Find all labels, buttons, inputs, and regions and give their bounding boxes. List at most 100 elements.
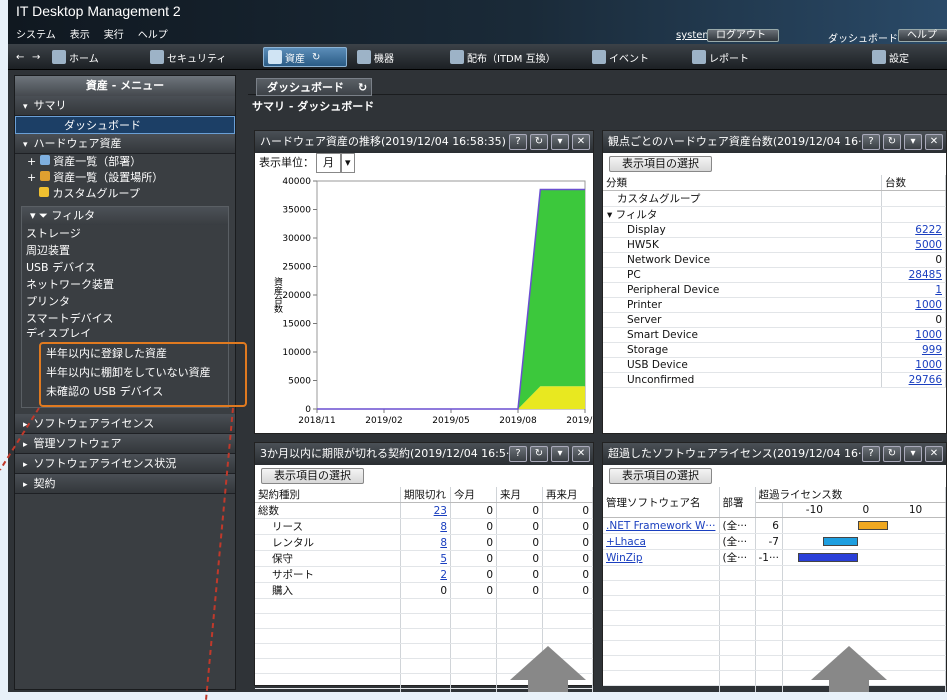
empty-row (603, 670, 947, 686)
filter-item-peripheral[interactable]: 周辺装置 (22, 242, 228, 259)
contract-count[interactable]: 23 (400, 502, 451, 519)
category-count[interactable]: 1000 (881, 327, 946, 343)
software-name[interactable]: +Lhaca (603, 533, 720, 550)
category-count[interactable]: 1000 (881, 297, 946, 313)
close-icon[interactable]: ✕ (925, 134, 943, 150)
close-icon[interactable]: ✕ (572, 446, 590, 462)
category-count[interactable]: 1000 (881, 357, 946, 373)
col-over: 超過ライセンス数 (755, 487, 946, 503)
contract-count: 0 (496, 566, 543, 583)
contract-count[interactable]: 8 (400, 534, 451, 551)
category-count[interactable]: 28485 (881, 267, 946, 283)
header-dashboard-label[interactable]: ダッシュボード (828, 30, 898, 45)
toolbar-settings[interactable]: 設定 (868, 47, 913, 67)
sidebar-item-dashboard[interactable]: ダッシュボード (15, 116, 235, 134)
menu-view[interactable]: 表示 (70, 26, 90, 41)
chevron-down-icon[interactable]: ▾ (551, 446, 569, 462)
contract-count: 0 (450, 534, 497, 551)
logout-button[interactable]: ログアウト (707, 29, 779, 42)
category-name: Printer (603, 297, 882, 313)
toolbar-reports[interactable]: レポート (688, 47, 753, 67)
forward-icon[interactable]: → (28, 47, 44, 67)
close-icon[interactable]: ✕ (925, 446, 943, 462)
filter-item-display[interactable]: ディスプレイ (22, 327, 228, 337)
category-count[interactable]: 5000 (881, 237, 946, 253)
y-tick-label: 25000 (282, 263, 311, 273)
refresh-icon[interactable]: ↻ (883, 446, 901, 462)
contract-count[interactable]: 8 (400, 518, 451, 535)
over-bar-cell (782, 549, 947, 566)
refresh-icon[interactable]: ↻ (358, 81, 367, 94)
contract-count[interactable]: 2 (400, 566, 451, 583)
select-items-button[interactable]: 表示項目の選択 (609, 468, 712, 484)
category-count[interactable]: 1 (881, 282, 946, 298)
toolbar-settings-label: 設定 (889, 53, 909, 65)
empty-row (603, 610, 947, 626)
unit-select[interactable]: 月 (316, 153, 341, 173)
category-count[interactable]: 6222 (881, 222, 946, 238)
refresh-icon[interactable]: ↻ (530, 134, 548, 150)
sidebar-item-assets-location[interactable]: + 資産一覧（設置場所） (15, 170, 235, 186)
filter-header[interactable]: ▾ ⏷ フィルタ (22, 207, 228, 225)
refresh-icon[interactable]: ↻ (883, 134, 901, 150)
toolbar-assets[interactable]: 資産 ↻ (263, 47, 347, 67)
contract-type: 総数 (255, 502, 401, 519)
toolbar-events[interactable]: イベント (588, 47, 653, 67)
category-name: Display (603, 222, 882, 238)
filter-item-network[interactable]: ネットワーク装置 (22, 276, 228, 293)
assets-location-label: 資産一覧（設置場所） (53, 171, 164, 184)
filter-item-usb[interactable]: USB デバイス (22, 259, 228, 276)
col-expired: 期限切れ (400, 487, 451, 503)
filter-item-registered-6m[interactable]: 半年以内に登録した資産 (41, 344, 245, 363)
back-icon[interactable]: ← (12, 47, 28, 67)
filter-item-printer[interactable]: プリンタ (22, 293, 228, 310)
chevron-down-icon[interactable]: ▾ (904, 446, 922, 462)
toolbar-distribution[interactable]: 配布（ITDM 互換） (446, 47, 560, 67)
sidebar-item-custom-group[interactable]: カスタムグループ (15, 186, 235, 202)
tab-dashboard[interactable]: ダッシュボード ↻ (256, 78, 372, 96)
refresh-icon[interactable]: ↻ (530, 446, 548, 462)
contract-count: 0 (450, 550, 497, 567)
category-count[interactable]: 999 (881, 342, 946, 358)
help-icon[interactable]: ? (862, 446, 880, 462)
contract-type: レンタル (255, 534, 401, 551)
chevron-down-icon[interactable]: ▾ (904, 134, 922, 150)
chevron-down-icon[interactable]: ▾ (551, 134, 569, 150)
select-items-button[interactable]: 表示項目の選択 (609, 156, 712, 172)
sidebar-section-hardware[interactable]: ▾ ハードウェア資産 (15, 134, 235, 154)
contract-count: 0 (542, 518, 593, 535)
category-count[interactable]: 29766 (881, 372, 946, 388)
x-tick-label: 2019/08 (499, 416, 537, 426)
managed-software-label: 管理ソフトウェア (33, 437, 122, 450)
folder-icon (39, 187, 49, 197)
contract-count[interactable]: 5 (400, 550, 451, 567)
software-name[interactable]: .NET Framework W··· (603, 517, 720, 534)
toolbar-security[interactable]: セキュリティ (146, 47, 230, 67)
help-icon[interactable]: ? (862, 134, 880, 150)
help-icon[interactable]: ? (509, 134, 527, 150)
sidebar-section-license-status[interactable]: ▸ ソフトウェアライセンス状況 (15, 454, 235, 474)
filter-item-smart-device[interactable]: スマートデバイス (22, 310, 228, 327)
help-icon[interactable]: ? (509, 446, 527, 462)
toolbar-home[interactable]: ホーム (48, 47, 103, 67)
close-icon[interactable]: ✕ (572, 134, 590, 150)
toolbar-devices[interactable]: 機器 (353, 47, 398, 67)
select-items-button[interactable]: 表示項目の選択 (261, 468, 364, 484)
sidebar-section-software-license[interactable]: ▸ ソフトウェアライセンス (15, 414, 235, 434)
sidebar-section-contract[interactable]: ▸ 契約 (15, 474, 235, 494)
menu-run[interactable]: 実行 (104, 26, 124, 41)
software-name[interactable]: WinZip (603, 549, 720, 566)
help-button[interactable]: ヘルプ (898, 29, 947, 42)
sidebar-item-assets-dept[interactable]: + 資産一覧（部署） (15, 154, 235, 170)
sidebar-section-summary[interactable]: ▾ サマリ (15, 96, 235, 116)
menu-bar: システム 表示 実行 ヘルプ (16, 26, 168, 41)
filter-item-storage[interactable]: ストレージ (22, 225, 228, 242)
contract-type: 保守 (255, 550, 401, 567)
empty-row (603, 640, 947, 656)
filter-item-unconfirmed-usb[interactable]: 未確認の USB デバイス (41, 382, 245, 401)
chevron-down-icon[interactable]: ▾ (341, 153, 355, 173)
filter-item-not-inventoried-6m[interactable]: 半年以内に棚卸をしていない資産 (41, 363, 245, 382)
sidebar-section-managed-software[interactable]: ▸ 管理ソフトウェア (15, 434, 235, 454)
menu-help[interactable]: ヘルプ (138, 26, 168, 41)
menu-system[interactable]: システム (16, 26, 56, 41)
